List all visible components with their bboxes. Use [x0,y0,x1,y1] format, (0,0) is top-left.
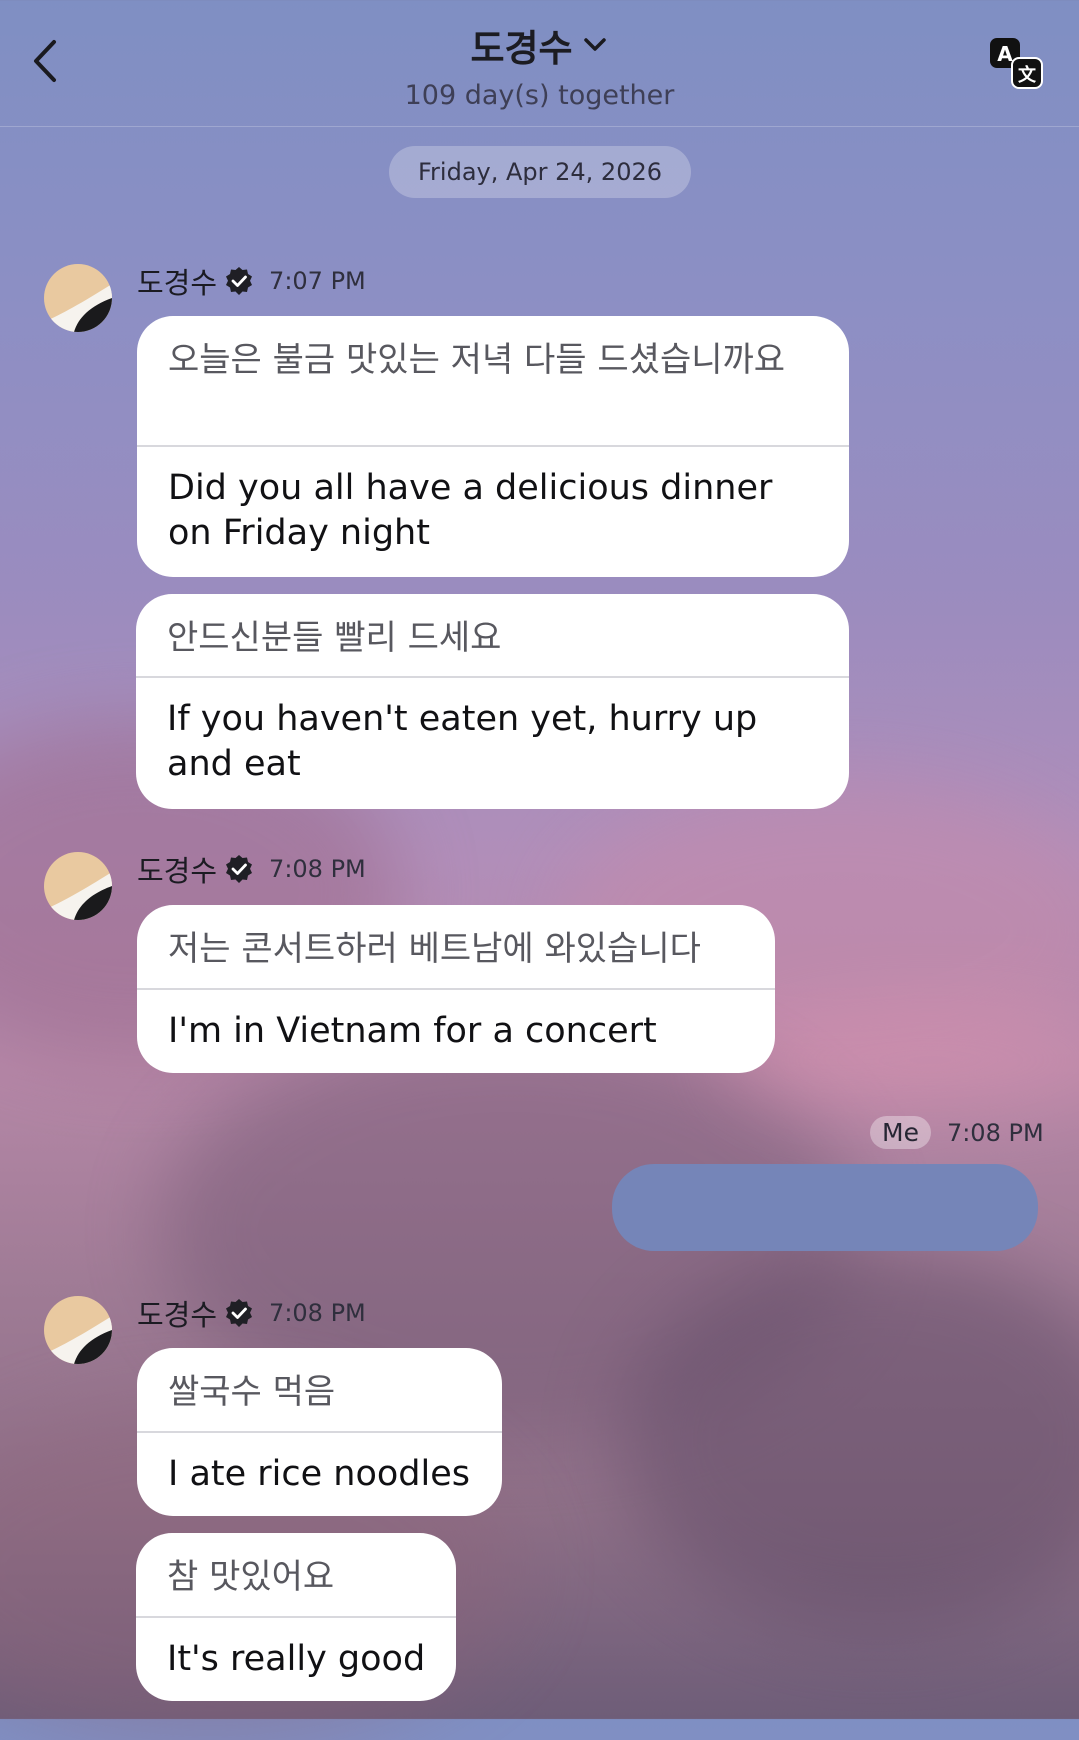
avatar[interactable] [44,1296,112,1364]
message-time: 7:08 PM [269,1299,366,1327]
channel-selector[interactable]: 도경수 [470,18,608,72]
days-together-subtitle: 109 day(s) together [404,80,675,111]
avatar-image [44,264,112,332]
verified-badge-icon [226,1299,253,1327]
sender-name: 도경수 [137,854,218,888]
avatar[interactable] [44,852,112,920]
original-text: 저는 콘서트하러 베트남에 와있습니다 [168,929,701,969]
avatar[interactable] [44,264,112,332]
chat-header: 도경수 109 day(s) together A 文 [0,0,1079,127]
sender-row: 도경수 7:08 PM [137,851,366,888]
date-separator: Friday, Apr 24, 2026 [389,146,691,198]
original-text: 참 맛있어요 [167,1557,335,1597]
svg-text:文: 文 [1018,64,1037,86]
my-message-header: Me 7:08 PM [870,1116,1044,1149]
message-bubble[interactable]: 저는 콘서트하러 베트남에 와있습니다 I'm in Vietnam for a… [137,905,775,1073]
message-time: 7:07 PM [269,267,366,295]
original-text: 오늘은 불금 맛있는 저녁 다들 드셨습니까요 [168,340,786,380]
translated-text: I ate rice noodles [168,1454,471,1494]
my-message-bubble[interactable] [612,1164,1038,1251]
original-text: 안드신분들 빨리 드세요 [167,618,502,658]
verified-badge-icon [226,267,253,295]
sender-name: 도경수 [137,266,218,300]
message-time: 7:08 PM [946,1118,1044,1147]
message-bubble[interactable]: 쌀국수 먹음 I ate rice noodles [137,1348,502,1516]
verified-badge-icon [226,855,253,883]
message-bubble[interactable]: 오늘은 불금 맛있는 저녁 다들 드셨습니까요 Did you all have… [137,316,849,577]
translate-button[interactable]: A 文 [988,36,1044,90]
message-time: 7:08 PM [269,855,366,883]
chat-title: 도경수 [470,27,573,70]
svg-text:A: A [997,42,1013,66]
avatar-image [44,852,112,920]
original-text: 쌀국수 먹음 [168,1372,336,1412]
avatar-image [44,1296,112,1364]
sender-row: 도경수 7:07 PM [137,263,366,300]
translated-text: Did you all have a delicious dinner on F… [168,468,773,553]
me-badge: Me [870,1116,931,1149]
sender-row: 도경수 7:08 PM [137,1295,366,1332]
translated-text: I'm in Vietnam for a concert [168,1011,657,1051]
translate-icon: A 文 [990,38,1043,89]
sender-name: 도경수 [137,1298,218,1332]
chevron-down-icon [583,38,606,51]
message-bubble[interactable]: 안드신분들 빨리 드세요 If you haven't eaten yet, h… [136,594,849,809]
translated-text: It's really good [167,1639,426,1679]
translated-text: If you haven't eaten yet, hurry up and e… [167,699,758,784]
title-block: 도경수 109 day(s) together [0,18,1079,111]
message-bubble[interactable]: 참 맛있어요 It's really good [136,1533,456,1701]
